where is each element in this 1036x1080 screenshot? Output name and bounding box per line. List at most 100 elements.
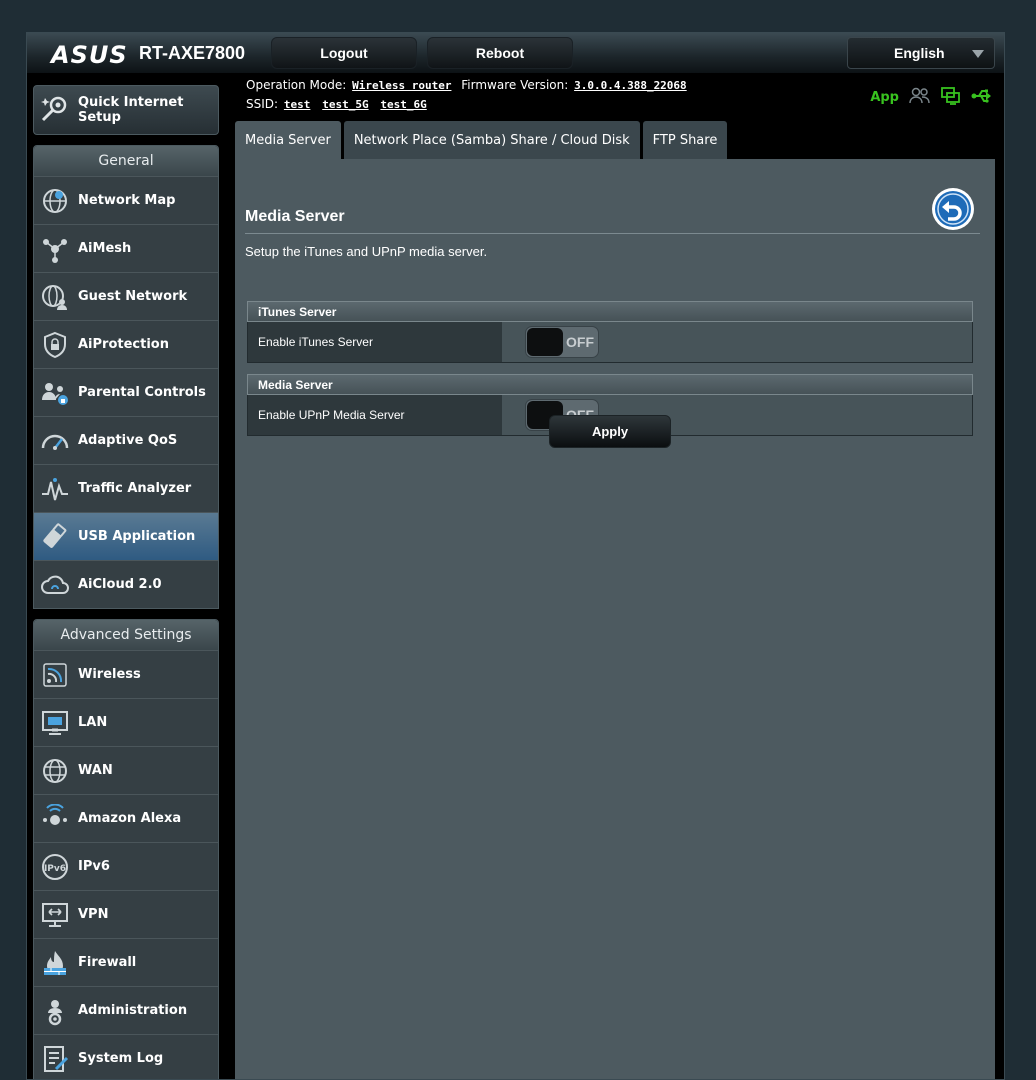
- ssid-label: SSID:: [246, 97, 279, 111]
- sidebar-item-vpn[interactable]: VPN: [34, 890, 218, 938]
- sidebar-item-label: Traffic Analyzer: [78, 481, 192, 496]
- section-header: Media Server: [247, 374, 973, 395]
- wand-gear-icon: [40, 93, 70, 128]
- sidebar-item-adaptive-qos[interactable]: Adaptive QoS: [34, 416, 218, 464]
- parental-controls-icon: [40, 378, 70, 408]
- globe-icon: [40, 756, 70, 786]
- alexa-icon: [40, 803, 70, 834]
- router-admin-window: ASUS RT-AXE7800 Logout Reboot English Op…: [26, 32, 1005, 1080]
- quick-internet-setup-button[interactable]: Quick Internet Setup: [33, 85, 219, 135]
- settings-row: Enable iTunes Server OFF: [247, 322, 973, 363]
- wireless-icon: [40, 660, 70, 690]
- gear-person-icon: [40, 996, 70, 1026]
- shield-lock-icon: [40, 330, 70, 360]
- sidebar-item-aicloud-2-0[interactable]: AiCloud 2.0: [34, 560, 218, 608]
- aimesh-icon: [40, 234, 70, 264]
- sidebar-item-aimesh[interactable]: AiMesh: [34, 224, 218, 272]
- advanced-menu: Advanced Settings Wireless LAN WAN Amazon A…: [33, 619, 219, 1079]
- system-log-icon: [40, 1044, 70, 1074]
- sidebar-item-label: IPv6: [78, 859, 110, 874]
- back-button[interactable]: [932, 188, 974, 230]
- itunes-server-section: iTunes Server Enable iTunes Server OFF: [247, 301, 973, 363]
- svg-text:IPv6: IPv6: [44, 864, 66, 874]
- ssid-link-2[interactable]: test_5G: [322, 98, 368, 111]
- sidebar-item-wireless[interactable]: Wireless: [34, 650, 218, 698]
- sidebar-item-traffic-analyzer[interactable]: Traffic Analyzer: [34, 464, 218, 512]
- sidebar-item-lan[interactable]: LAN: [34, 698, 218, 746]
- language-select[interactable]: English: [847, 37, 995, 69]
- sidebar: Quick Internet Setup General Network Map…: [33, 85, 219, 1079]
- tab-bar: Media Server Network Place (Samba) Share…: [235, 121, 728, 159]
- operation-mode-link[interactable]: Wireless router: [352, 79, 451, 92]
- ssid-link-1[interactable]: test: [284, 98, 311, 111]
- sidebar-item-label: Network Map: [78, 193, 176, 208]
- toggle-knob: [527, 328, 563, 356]
- sidebar-item-label: System Log: [78, 1051, 164, 1066]
- speedometer-icon: [40, 426, 70, 456]
- status-icons: App: [870, 87, 993, 108]
- sidebar-item-label: Adaptive QoS: [78, 433, 178, 448]
- tab-media-server[interactable]: Media Server: [235, 121, 341, 159]
- page-title: Media Server: [245, 208, 345, 225]
- page-description: Setup the iTunes and UPnP media server.: [245, 244, 488, 259]
- tab-samba-share[interactable]: Network Place (Samba) Share / Cloud Disk: [343, 121, 640, 159]
- usb-icon: [40, 522, 70, 552]
- general-menu: General Network Map AiMesh Guest Network Ai…: [33, 145, 219, 609]
- quick-internet-setup-label: Quick Internet Setup: [78, 95, 184, 125]
- title-divider: [245, 233, 980, 234]
- usb-status-icon[interactable]: [971, 88, 993, 107]
- sidebar-item-usb-application[interactable]: USB Application: [34, 512, 218, 560]
- sidebar-item-label: AiCloud 2.0: [78, 577, 162, 592]
- sidebar-item-wan[interactable]: WAN: [34, 746, 218, 794]
- reboot-button[interactable]: Reboot: [427, 37, 573, 69]
- firmware-label: Firmware Version:: [461, 78, 569, 92]
- sidebar-item-label: Wireless: [78, 667, 141, 682]
- sidebar-item-firewall[interactable]: Firewall: [34, 938, 218, 986]
- cloud-icon: [40, 570, 70, 600]
- enable-upnp-media-server-label: Enable UPnP Media Server: [248, 395, 502, 435]
- sidebar-item-label: LAN: [78, 715, 108, 730]
- sidebar-item-label: WAN: [78, 763, 113, 778]
- toggle-state: OFF: [566, 334, 594, 350]
- advanced-settings-header: Advanced Settings: [34, 620, 218, 650]
- sidebar-item-label: USB Application: [78, 529, 196, 544]
- main-content: Media Server Setup the iTunes and UPnP m…: [235, 159, 995, 1079]
- language-label: English: [894, 45, 945, 61]
- app-link[interactable]: App: [870, 90, 899, 105]
- itunes-server-toggle[interactable]: OFF: [525, 326, 599, 358]
- operation-mode-label: Operation Mode:: [246, 78, 347, 92]
- sidebar-item-label: AiMesh: [78, 241, 132, 256]
- sidebar-item-network-map[interactable]: Network Map: [34, 176, 218, 224]
- network-status-icon[interactable]: [941, 87, 961, 108]
- sidebar-item-system-log[interactable]: System Log: [34, 1034, 218, 1079]
- ssid-link-3[interactable]: test_6G: [380, 98, 426, 111]
- vpn-icon: [40, 900, 70, 930]
- chevron-down-icon: [972, 50, 984, 58]
- model-name: RT-AXE7800: [139, 43, 246, 63]
- sidebar-item-guest-network[interactable]: Guest Network: [34, 272, 218, 320]
- apply-button[interactable]: Apply: [549, 415, 671, 448]
- sidebar-item-administration[interactable]: Administration: [34, 986, 218, 1034]
- sidebar-item-parental-controls[interactable]: Parental Controls: [34, 368, 218, 416]
- sidebar-item-label: Administration: [78, 1003, 188, 1018]
- sidebar-item-aiprotection[interactable]: AiProtection: [34, 320, 218, 368]
- sidebar-item-ipv6[interactable]: IPv6 IPv6: [34, 842, 218, 890]
- logout-button[interactable]: Logout: [271, 37, 417, 69]
- clients-icon[interactable]: [909, 87, 931, 108]
- lan-icon: [40, 708, 70, 738]
- sidebar-item-label: AiProtection: [78, 337, 169, 352]
- ipv6-icon: IPv6: [40, 852, 70, 882]
- asus-logo: ASUS: [51, 41, 128, 69]
- sidebar-item-label: Firewall: [78, 955, 137, 970]
- sidebar-item-amazon-alexa[interactable]: Amazon Alexa: [34, 794, 218, 842]
- tab-ftp-share[interactable]: FTP Share: [642, 121, 728, 159]
- firewall-icon: [40, 948, 70, 978]
- sidebar-item-label: Parental Controls: [78, 385, 206, 400]
- firmware-link[interactable]: 3.0.0.4.388_22068: [574, 79, 687, 92]
- guest-network-icon: [40, 282, 70, 312]
- back-arrow-icon: [935, 191, 971, 227]
- top-bar: ASUS RT-AXE7800 Logout Reboot English: [27, 33, 1004, 73]
- sidebar-item-label: VPN: [78, 907, 109, 922]
- enable-itunes-server-label: Enable iTunes Server: [248, 322, 502, 362]
- section-header: iTunes Server: [247, 301, 973, 322]
